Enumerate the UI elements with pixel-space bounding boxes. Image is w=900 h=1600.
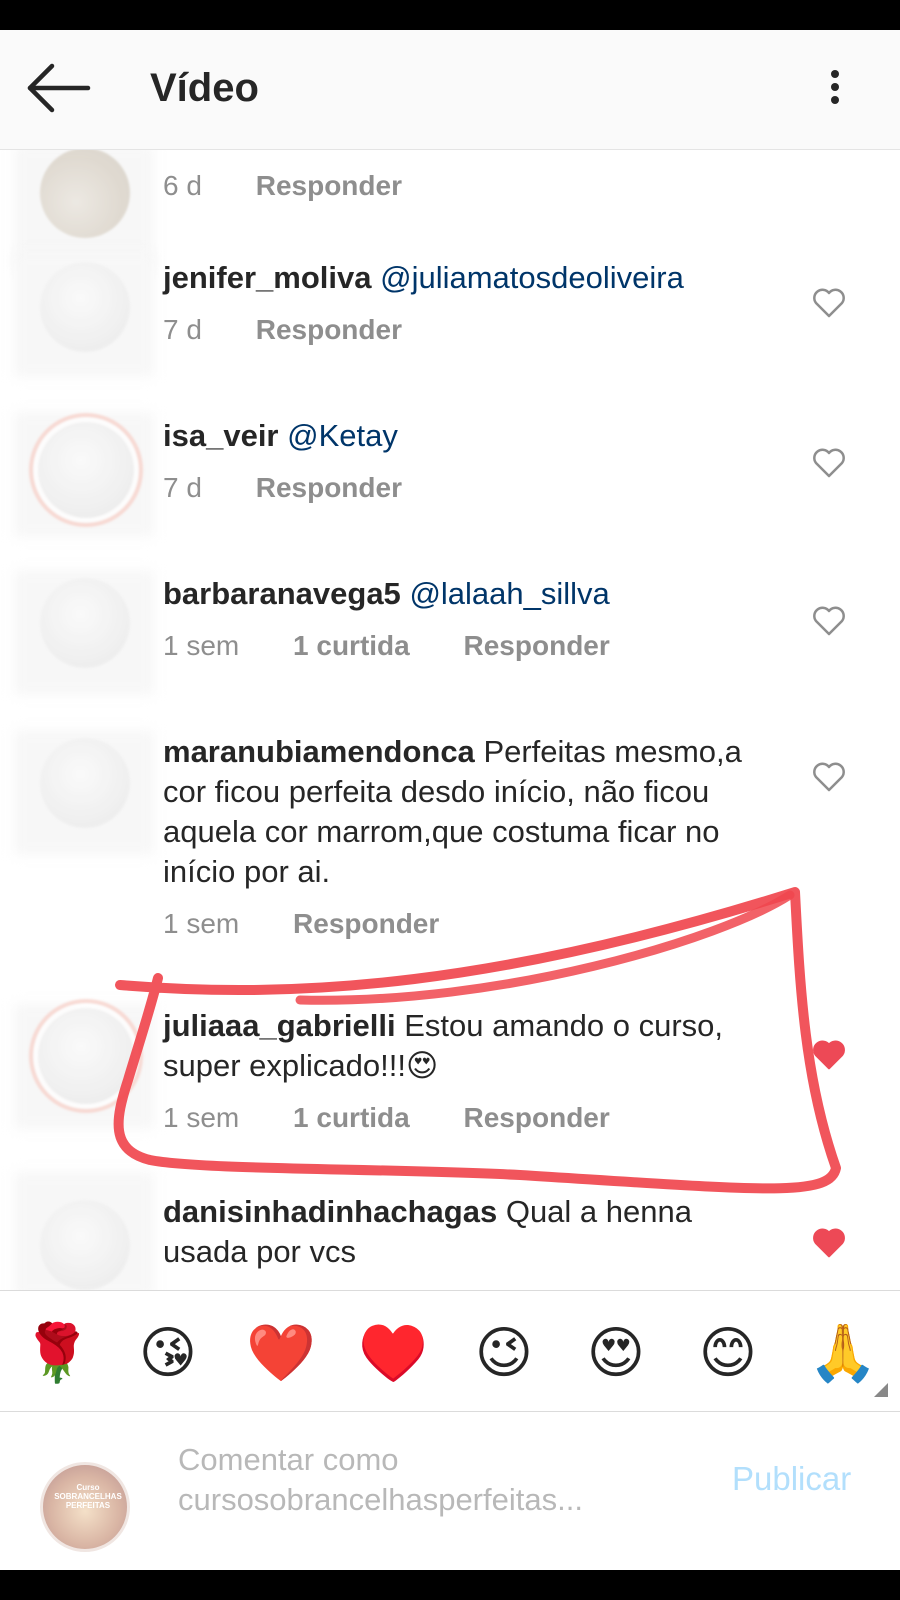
heart-outline-icon[interactable] <box>812 288 846 318</box>
reply-button[interactable]: Responder <box>293 908 439 940</box>
likes-count[interactable]: 1 curtida <box>293 1102 410 1134</box>
comment-time: 6 d <box>163 170 202 201</box>
heart-outline-icon[interactable] <box>812 606 846 636</box>
comment-item: isa_veir @Ketay 7 d Responder <box>0 410 900 560</box>
avatar[interactable] <box>40 578 130 668</box>
avatar[interactable] <box>38 422 134 518</box>
comment-input[interactable]: Comentar como cursosobrancelhasperfeitas… <box>178 1440 698 1520</box>
comment-time: 1 sem <box>163 630 240 661</box>
comment-mention[interactable]: @lalaah_sillva <box>409 576 609 611</box>
comment-time: 1 sem <box>163 908 240 939</box>
heart-suit-emoji-button[interactable]: ♥️ <box>358 1319 428 1387</box>
comment-meta: 7 d Responder <box>163 314 448 346</box>
comment-item: barbaranavega5 @lalaah_sillva 1 sem 1 cu… <box>0 570 900 720</box>
rose-emoji-button[interactable]: 🌹 <box>22 1319 92 1387</box>
avatar[interactable] <box>40 1200 130 1290</box>
comment-mention[interactable]: @juliamatosdeoliveira <box>380 260 684 295</box>
heart-filled-icon[interactable] <box>812 1228 846 1258</box>
comment-time: 7 d <box>163 314 202 345</box>
comment-text: maranubiamendonca Perfeitas mesmo,a cor … <box>163 732 783 892</box>
avatar[interactable] <box>40 262 130 352</box>
kiss-emoji-button[interactable]: 😘 <box>134 1319 202 1387</box>
heart-eyes-emoji-button[interactable]: 😍 <box>582 1319 650 1387</box>
reply-button[interactable]: Responder <box>256 170 402 202</box>
comment-meta: 1 sem Responder <box>163 908 485 940</box>
comment-username[interactable]: danisinhadinhachagas <box>163 1194 497 1229</box>
heart-filled-icon[interactable] <box>812 1040 846 1070</box>
back-arrow-icon <box>27 63 91 113</box>
heart-outline-icon[interactable] <box>812 762 846 792</box>
more-options-button[interactable] <box>820 66 850 116</box>
avatar-logo-text: Curso SOBRANCELHAS PERFEITAS <box>54 1483 122 1510</box>
status-bar <box>0 0 900 30</box>
comment-text: barbaranavega5 @lalaah_sillva <box>163 574 783 614</box>
heart-outline-icon[interactable] <box>812 448 846 478</box>
comment-meta: 6 d Responder <box>163 170 448 202</box>
avatar[interactable] <box>40 150 130 238</box>
comment-meta: 1 sem 1 curtida Responder <box>163 1102 656 1134</box>
publish-button[interactable]: Publicar <box>732 1460 851 1498</box>
avatar[interactable] <box>38 1008 134 1104</box>
comment-placeholder-line2: cursosobrancelhasperfeitas... <box>178 1482 583 1517</box>
top-nav-bar: Vídeo <box>0 30 900 150</box>
comment-placeholder-line1: Comentar como <box>178 1442 399 1477</box>
comment-item-highlighted: juliaaa_gabrielli Estou amando o curso, … <box>0 1004 900 1178</box>
likes-count[interactable]: 1 curtida <box>293 630 410 662</box>
comment-username[interactable]: isa_veir <box>163 418 279 453</box>
comment-username[interactable]: jenifer_moliva <box>163 260 371 295</box>
reply-button[interactable]: Responder <box>464 1102 610 1134</box>
quick-emoji-bar: 🌹 😘 ❤️ ♥️ 😉 😍 😊 🙏 <box>0 1290 900 1412</box>
red-heart-emoji-button[interactable]: ❤️ <box>246 1319 316 1387</box>
comment-composer: Curso SOBRANCELHAS PERFEITAS Comentar co… <box>0 1412 900 1570</box>
resize-corner-icon <box>874 1383 888 1397</box>
avatar[interactable] <box>40 738 130 828</box>
smile-emoji-button[interactable]: 😊 <box>694 1319 762 1387</box>
comment-meta: 7 d Responder <box>163 472 448 504</box>
back-button[interactable] <box>22 58 92 118</box>
comment-item: jenifer_moliva @juliamatosdeoliveira 7 d… <box>0 250 900 400</box>
comment-text: juliaaa_gabrielli Estou amando o curso, … <box>163 1006 783 1086</box>
current-user-avatar: Curso SOBRANCELHAS PERFEITAS <box>40 1462 130 1552</box>
comment-time: 1 sem <box>163 1102 240 1133</box>
reply-button[interactable]: Responder <box>464 630 610 662</box>
comment-time: 7 d <box>163 472 202 503</box>
reply-button[interactable]: Responder <box>256 314 402 346</box>
comment-meta: 1 sem 1 curtida Responder <box>163 630 656 662</box>
comments-list[interactable]: 6 d Responder jenifer_moliva @juliamatos… <box>0 150 900 1290</box>
wink-emoji-button[interactable]: 😉 <box>470 1319 538 1387</box>
page-title: Vídeo <box>150 66 259 110</box>
pray-emoji-button[interactable]: 🙏 <box>808 1319 878 1387</box>
more-dots-icon <box>831 70 839 78</box>
reply-button[interactable]: Responder <box>256 472 402 504</box>
comment-item: maranubiamendonca Perfeitas mesmo,a cor … <box>0 730 900 980</box>
comment-text: danisinhadinhachagas Qual a henna usada … <box>163 1192 783 1272</box>
comment-text: isa_veir @Ketay <box>163 416 783 456</box>
comment-item: danisinhadinhachagas Qual a henna usada … <box>0 1172 900 1290</box>
system-navigation-bar <box>0 1570 900 1600</box>
comment-username[interactable]: juliaaa_gabrielli <box>163 1008 396 1043</box>
comment-mention[interactable]: @Ketay <box>287 418 398 453</box>
comment-username[interactable]: barbaranavega5 <box>163 576 401 611</box>
comment-username[interactable]: maranubiamendonca <box>163 734 475 769</box>
comment-text: jenifer_moliva @juliamatosdeoliveira <box>163 258 803 298</box>
